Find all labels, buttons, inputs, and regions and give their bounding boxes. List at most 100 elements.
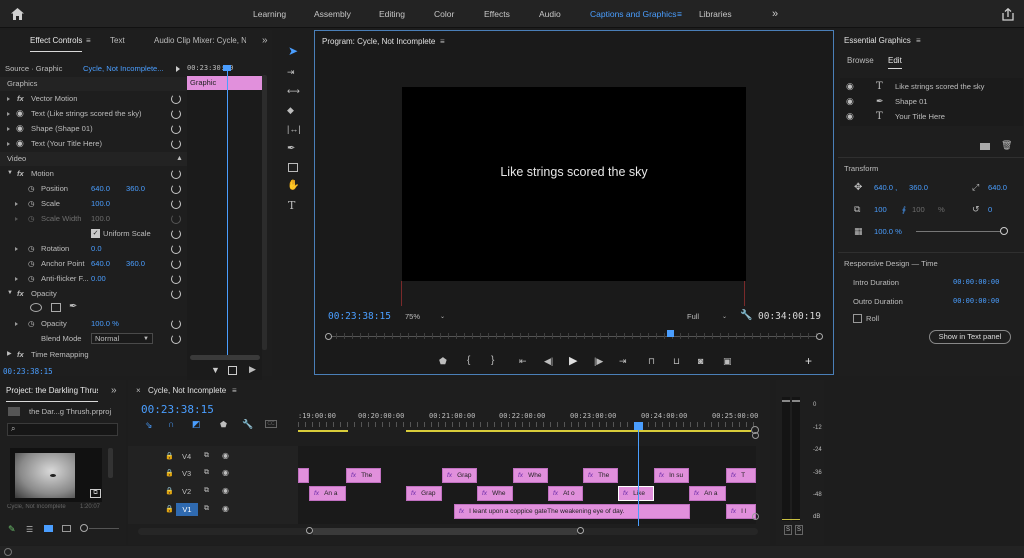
uniform-scale-checkbox[interactable]: ✓ [91,229,100,238]
mark-out-icon[interactable]: } [491,355,494,366]
razor-tool-icon[interactable]: ◆ [287,105,294,116]
sync-lock-icon[interactable]: ⧉ [204,505,209,513]
reset-icon[interactable] [171,274,181,284]
track-select-tool-icon[interactable]: ⇥ [287,67,295,78]
reset-icon[interactable] [171,124,181,134]
work-area-bar[interactable] [406,430,751,432]
solo-button[interactable]: S [784,525,792,535]
search-input[interactable]: ⌕ [7,423,118,436]
v2-clip[interactable]: fx At o [548,486,583,501]
eye-icon[interactable]: ◉ [222,468,229,477]
opacity-section-label[interactable]: Opacity [31,286,57,301]
slip-tool-icon[interactable]: |↔| [287,124,301,134]
play-icon[interactable] [176,65,180,74]
thumbnail-scrollbar[interactable] [108,448,113,478]
eye-icon[interactable]: ◉ [222,504,229,513]
position-x-input[interactable]: 640.0 [91,181,110,196]
workspace-audio[interactable]: Audio [539,0,561,28]
timeline-playhead-handle[interactable] [634,422,643,430]
step-forward-icon[interactable]: |▶ [594,356,603,367]
track-area[interactable]: fx The fx Grap fx Whe fx The fx In su fx T fx A… [298,446,756,524]
program-menu-icon[interactable]: ≡ [440,31,445,53]
reset-icon[interactable] [171,169,181,179]
lock-icon[interactable]: 🔒 [165,469,174,477]
expand-arrow[interactable]: ▼ [7,166,13,181]
linked-selection-icon[interactable]: ◩ [192,419,201,430]
mini-playhead[interactable] [227,67,228,357]
play-icon[interactable]: ▶ [569,354,577,367]
share-icon[interactable] [1001,7,1015,21]
reset-icon[interactable] [171,319,181,329]
new-layer-icon[interactable] [980,143,990,150]
blend-mode-select[interactable]: Normal ▼ [91,333,153,344]
anchor-y-input[interactable]: 360.0 [126,256,145,271]
reset-icon[interactable] [171,229,181,239]
stopwatch-icon[interactable]: ◷ [28,271,35,286]
scale-input[interactable]: 100.0 [91,196,110,211]
mini-zoom-bar[interactable] [190,355,260,360]
outro-duration-input[interactable]: 00:00:00:00 [953,294,999,309]
tab-browse[interactable]: Browse [847,53,874,69]
eye-icon[interactable]: ◉ [16,136,24,151]
v1-clip[interactable]: fx I leant upon a coppice gateThe weakeni… [454,504,690,519]
reset-icon[interactable] [171,244,181,254]
snap-icon[interactable]: ∩ [168,419,174,429]
quality-select[interactable]: Full ⌄ [684,311,729,323]
home-icon[interactable] [10,7,24,21]
tab-effect-controls[interactable]: Effect Controls [30,30,83,52]
collapse-icon[interactable]: ▲ [176,151,183,166]
ellipse-mask-icon[interactable] [30,303,42,312]
tab-text[interactable]: Text [110,30,125,52]
v3-clip[interactable]: fx The [346,468,381,483]
expand-arrow[interactable] [15,211,18,226]
eye-icon[interactable]: ◉ [222,486,229,495]
workspace-effects[interactable]: Effects [484,0,510,28]
link-icon[interactable]: ∮ [902,202,906,217]
tab-menu-icon[interactable]: ≡ [86,30,91,52]
anchor-x-input[interactable]: 640.0 [91,256,110,271]
extract-icon[interactable]: ⊔ [673,356,680,367]
layer-item[interactable]: Shape 01 [895,94,928,109]
effect-text-title[interactable]: Text (Your Title Here) [31,136,102,151]
effect-vector-motion[interactable]: Vector Motion [31,91,77,106]
scale-input[interactable]: 100 [874,202,887,217]
filter-icon[interactable]: ▼ [211,365,220,375]
rectangle-tool-icon[interactable] [288,163,298,172]
opacity-input[interactable]: 100.0 % [91,316,119,331]
zoom-slider-handle[interactable] [80,524,88,532]
scroll-thumb[interactable] [313,528,577,535]
reset-icon[interactable] [171,139,181,149]
zoom-slider[interactable] [89,528,119,529]
type-tool-icon[interactable]: T [288,199,295,212]
timeline-settings-icon[interactable]: 🔧 [242,419,253,430]
time-remapping-label[interactable]: Time Remapping [31,347,89,362]
position-y-input[interactable]: 360.0 [126,181,145,196]
rotation-input[interactable]: 0.0 [91,241,102,256]
freeform-view-icon[interactable] [62,525,71,532]
hand-tool-icon[interactable]: ✋ [287,180,299,191]
current-timecode[interactable]: 00:23:38:15 [3,364,53,379]
add-button-icon[interactable]: + [805,354,812,368]
sync-lock-icon[interactable]: ⧉ [204,469,209,477]
timeline-menu-icon[interactable]: ≡ [232,380,237,402]
zoom-select[interactable]: 75% ⌄ [402,311,447,323]
list-view-icon[interactable]: ☰ [26,525,33,534]
pen-tool-icon[interactable]: ✒ [287,143,295,154]
roll-checkbox[interactable] [853,314,862,323]
nest-icon[interactable]: ⇘ [145,420,153,431]
workspace-color[interactable]: Color [434,0,454,28]
show-in-text-panel-button[interactable]: Show in Text panel [929,330,1011,344]
timeline-title[interactable]: Cycle, Not Incomplete [148,380,226,402]
time-ruler[interactable]: :19:00:00 00:20:00:00 00:21:00:00 00:22:… [298,408,759,434]
reset-icon[interactable] [171,289,181,299]
v2-clip[interactable]: fx An a [689,486,726,501]
v2-clip[interactable]: fx An a [309,486,346,501]
go-to-out-icon[interactable]: ⇥ [619,356,627,367]
graphic-clip-bar[interactable]: Graphic [187,76,262,90]
position-y-input[interactable]: 360.0 [909,180,928,195]
lock-icon[interactable]: 🔒 [165,452,174,460]
sync-lock-icon[interactable]: ⧉ [204,452,209,460]
effect-text-strings[interactable]: Text (Like strings scored the sky) [31,106,142,121]
comparison-view-icon[interactable]: ▣ [723,356,732,367]
opacity-slider[interactable] [916,231,1004,232]
